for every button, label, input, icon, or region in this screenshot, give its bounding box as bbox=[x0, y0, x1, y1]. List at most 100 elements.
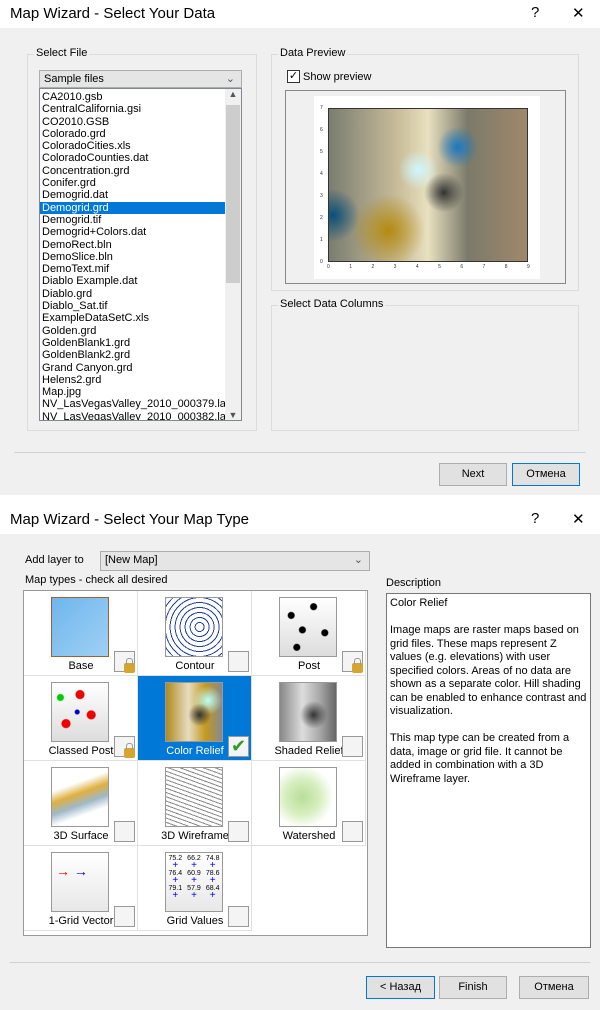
description-box: Color Relief Image maps are raster maps … bbox=[386, 593, 591, 948]
x-tick-label: 1 bbox=[349, 264, 352, 270]
map-type-grid-values[interactable]: 75.2 + 66.2 + 74.8 + 76.4 + 60.9 + 78.6 + 79.1 + 57.9 +… bbox=[138, 846, 252, 931]
y-tick-label: 0 bbox=[320, 259, 323, 265]
help-button[interactable]: ? bbox=[531, 510, 539, 527]
grid-value-label: 74.8 + bbox=[205, 855, 220, 871]
map-type-3d-wireframe[interactable]: 3D Wireframe bbox=[138, 761, 252, 846]
file-list-item[interactable]: ColoradoCities.xls bbox=[40, 140, 225, 152]
contour-icon bbox=[165, 597, 223, 657]
y-tick-label: 6 bbox=[320, 127, 323, 133]
file-list-item[interactable]: Demogrid.dat bbox=[40, 189, 225, 201]
map-type-contour[interactable]: Contour bbox=[138, 591, 252, 676]
file-list-item[interactable]: Diablo_Sat.tif bbox=[40, 300, 225, 312]
close-button[interactable]: ✕ bbox=[572, 510, 585, 528]
color-relief-icon bbox=[165, 682, 223, 742]
next-button[interactable]: Next bbox=[439, 463, 507, 486]
file-list-item[interactable]: ColoradoCounties.dat bbox=[40, 152, 225, 164]
file-list-item[interactable]: Colorado.grd bbox=[40, 128, 225, 140]
dialog-title: Map Wizard - Select Your Data bbox=[0, 0, 600, 28]
grid-value-label: 57.9 + bbox=[187, 885, 201, 901]
grid-value-label: 66.2 + bbox=[187, 855, 201, 871]
x-tick-label: 5 bbox=[438, 264, 441, 270]
file-list-item[interactable]: Concentration.grd bbox=[40, 165, 225, 177]
map-type-shaded-relief[interactable]: Shaded Relief bbox=[252, 676, 366, 761]
show-preview-label: Show preview bbox=[303, 70, 372, 83]
file-list-item[interactable]: NV_LasVegasValley_2010_000382.laz bbox=[40, 411, 231, 420]
map-type-checkbox[interactable] bbox=[342, 821, 363, 842]
map-type-checkbox[interactable] bbox=[228, 821, 249, 842]
back-button[interactable]: < Назад bbox=[366, 976, 435, 999]
world-map-icon bbox=[51, 597, 109, 657]
map-type-checkbox[interactable] bbox=[114, 821, 135, 842]
x-tick-label: 0 bbox=[327, 264, 330, 270]
scrollbar-thumb[interactable] bbox=[226, 105, 240, 283]
file-list-item[interactable]: Diablo.grd bbox=[40, 288, 225, 300]
file-list[interactable]: CA2010.gsb CentralCalifornia.gsi CO2010.GS… bbox=[39, 88, 242, 421]
file-list-item[interactable]: NV_LasVegasValley_2010_000379.laz bbox=[40, 398, 231, 410]
scroll-up-icon[interactable]: ▲ bbox=[225, 89, 241, 99]
3d-wireframe-icon bbox=[165, 767, 223, 827]
file-list-item[interactable]: DemoText.mif bbox=[40, 263, 225, 275]
map-type-color-relief[interactable]: Color Relief ✔ bbox=[138, 676, 252, 761]
map-type-checkbox[interactable]: ✔ bbox=[228, 736, 249, 757]
dialog-title: Map Wizard - Select Your Map Type bbox=[0, 506, 600, 534]
scroll-down-icon[interactable]: ▼ bbox=[225, 410, 241, 420]
description-paragraph: Image maps are raster maps based on grid… bbox=[390, 624, 587, 717]
title-text: Map Wizard - Select Your Data bbox=[10, 5, 216, 22]
file-list-item[interactable]: DemoRect.bln bbox=[40, 239, 225, 251]
divider bbox=[14, 452, 586, 453]
chevron-down-icon: ⌄ bbox=[225, 73, 235, 85]
file-list-item[interactable]: DemoSlice.bln bbox=[40, 251, 225, 263]
map-type-watershed[interactable]: Watershed bbox=[252, 761, 366, 846]
add-layer-label: Add layer to bbox=[25, 554, 84, 566]
select-map-type-dialog: Map Wizard - Select Your Map Type ? ✕ Ad… bbox=[0, 506, 600, 1010]
map-type-checkbox[interactable] bbox=[228, 651, 249, 672]
x-tick-label: 3 bbox=[393, 264, 397, 270]
map-type-3d-surface[interactable]: 3D Surface bbox=[24, 761, 138, 846]
finish-button[interactable]: Finish bbox=[439, 976, 507, 999]
file-source-dropdown[interactable]: Sample files ⌄ bbox=[39, 70, 242, 88]
color-relief-preview bbox=[328, 108, 528, 262]
file-list-item[interactable]: CO2010.GSB bbox=[40, 116, 225, 128]
file-list-item[interactable]: GoldenBlank1.grd bbox=[40, 337, 225, 349]
map-type-checkbox[interactable] bbox=[114, 906, 135, 927]
file-list-item[interactable]: GoldenBlank2.grd bbox=[40, 349, 225, 361]
file-list-item[interactable]: Demogrid+Colors.dat bbox=[40, 226, 225, 238]
watershed-icon bbox=[279, 767, 337, 827]
help-button[interactable]: ? bbox=[531, 4, 539, 21]
file-list-item[interactable]: Map.jpg bbox=[40, 386, 225, 398]
lock-icon bbox=[124, 743, 135, 758]
close-button[interactable]: ✕ bbox=[572, 4, 585, 22]
file-list-item[interactable]: Grand Canyon.grd bbox=[40, 362, 225, 374]
file-list-item[interactable]: Helens2.grd bbox=[40, 374, 225, 386]
preview-frame: 0 1 2 3 4 5 6 7 8 9 0 1 2 3 4 5 6 7 bbox=[285, 90, 566, 284]
cancel-button[interactable]: Отмена bbox=[519, 976, 589, 999]
grid-value-label: 75.2 + bbox=[168, 855, 183, 871]
map-type-base[interactable]: Base bbox=[24, 591, 138, 676]
file-list-item[interactable]: ExampleDataSetC.xls bbox=[40, 312, 225, 324]
y-tick-label: 3 bbox=[320, 193, 323, 199]
cancel-button[interactable]: Отмена bbox=[512, 463, 580, 486]
file-list-item[interactable]: Demogrid.grd bbox=[40, 201, 225, 214]
file-list-item[interactable]: Conifer.grd bbox=[40, 177, 225, 189]
file-list-item[interactable]: Golden.grd bbox=[40, 325, 225, 337]
file-list-item[interactable]: CA2010.gsb bbox=[40, 91, 225, 103]
map-type-checkbox[interactable] bbox=[228, 906, 249, 927]
map-type-post[interactable]: Post bbox=[252, 591, 366, 676]
x-tick-label: 8 bbox=[504, 264, 508, 270]
map-type-classed-post[interactable]: Classed Post bbox=[24, 676, 138, 761]
file-list-item[interactable]: Demogrid.tif bbox=[40, 214, 225, 226]
show-preview-checkbox[interactable]: ✓ Show preview bbox=[287, 70, 371, 83]
lock-icon bbox=[124, 658, 135, 673]
add-layer-dropdown[interactable]: [New Map] ⌄ bbox=[100, 551, 370, 571]
file-list-item[interactable]: Diablo Example.dat bbox=[40, 275, 225, 287]
map-types-label: Map types - check all desired bbox=[25, 574, 168, 586]
grid-value-label: 68.4 + bbox=[205, 885, 220, 901]
post-icon bbox=[279, 597, 337, 657]
x-tick-label: 2 bbox=[371, 264, 375, 270]
map-type-checkbox[interactable] bbox=[342, 736, 363, 757]
map-type-1-grid-vector[interactable]: → → 1-Grid Vector bbox=[24, 846, 138, 931]
vector-icon: → → bbox=[51, 852, 109, 912]
file-list-scrollbar[interactable]: ▲ ▼ bbox=[225, 89, 241, 420]
file-list-item[interactable]: CentralCalifornia.gsi bbox=[40, 103, 225, 115]
x-tick-label: 4 bbox=[415, 264, 419, 270]
